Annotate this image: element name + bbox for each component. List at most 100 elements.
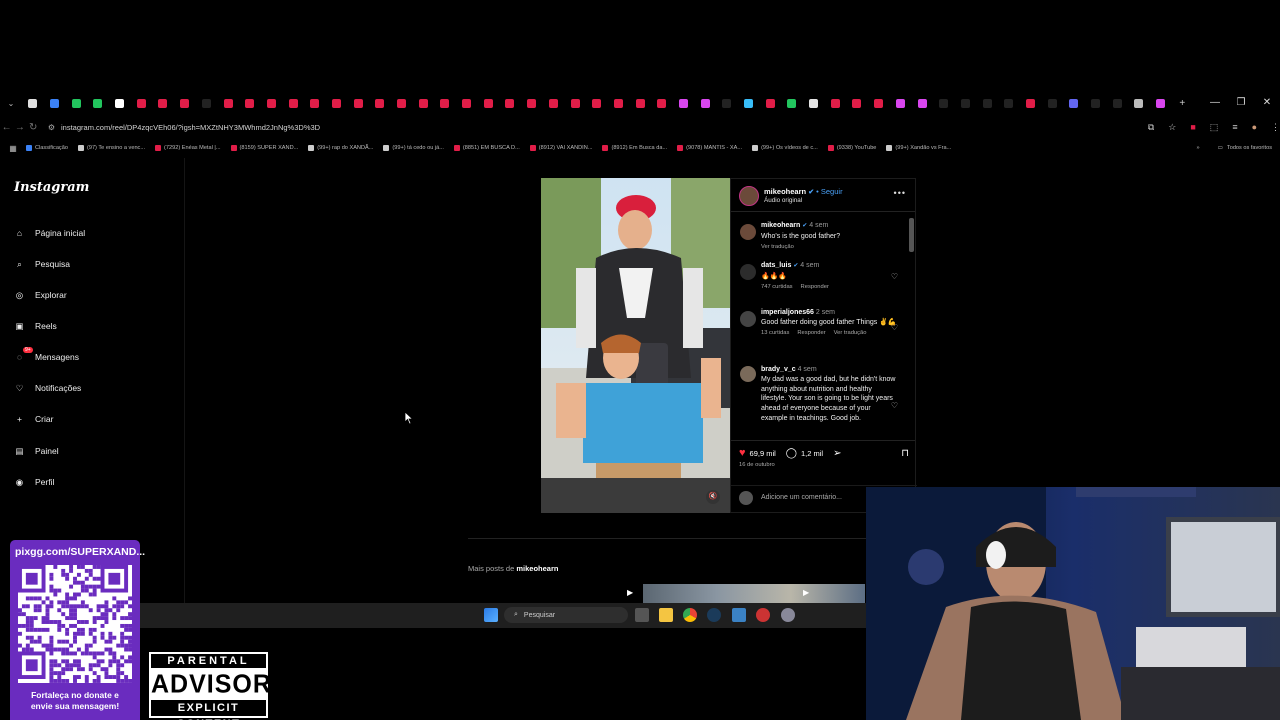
profile-avatar-icon[interactable]: ● [1252,122,1257,133]
extensions-puzzle-icon[interactable]: ⬚ [1210,122,1219,133]
browser-tab[interactable] [824,93,846,113]
browser-tab[interactable] [477,93,499,113]
browser-tab[interactable] [564,93,586,113]
browser-tab[interactable] [651,93,673,113]
comment-username[interactable]: brady_v_c [761,366,796,373]
sidebar-item-pesquisa[interactable]: ⌕ Pesquisa [13,256,183,272]
browser-tab[interactable] [22,93,44,113]
comment-icon[interactable]: ◯ [786,448,797,459]
like-icon[interactable]: ♥ [739,447,746,459]
browser-tab[interactable] [1085,93,1107,113]
apps-grid-icon[interactable]: ▦ [0,144,26,153]
audio-label[interactable]: Áudio original [764,197,802,204]
browser-tab[interactable] [261,93,283,113]
comment-likes[interactable]: 13 curtidas [761,330,789,336]
author-username[interactable]: mikeohearn [764,187,806,196]
comment-avatar[interactable] [740,311,756,327]
forward-icon[interactable]: → [13,122,26,133]
task-view-icon[interactable] [635,608,649,622]
browser-tab[interactable] [543,93,565,113]
browser-tab[interactable] [976,93,998,113]
close-window-icon[interactable]: ✕ [1254,93,1280,113]
browser-tab[interactable] [456,93,478,113]
chevron-right-icon[interactable]: » [1196,145,1199,151]
browser-tab[interactable] [521,93,543,113]
browser-tab[interactable] [1128,93,1150,113]
caption-avatar[interactable] [740,224,756,240]
install-app-icon[interactable]: ⧉ [1148,122,1154,133]
browser-tab[interactable] [326,93,348,113]
browser-tab[interactable] [196,93,218,113]
save-icon[interactable]: ⊓ [901,448,909,459]
browser-tab[interactable] [629,93,651,113]
browser-tab[interactable] [1020,93,1042,113]
all-bookmarks[interactable]: » ▭ Todos os favoritos [1190,141,1272,155]
caption-username[interactable]: mikeohearn [761,222,800,229]
comments-scrollbar[interactable] [909,215,914,437]
reply-link[interactable]: Responder [801,284,829,290]
browser-tab[interactable] [781,93,803,113]
browser-tab[interactable] [282,93,304,113]
sidebar-item-página-inicial[interactable]: ⌂ Página inicial [13,225,183,241]
browser-tab[interactable] [1063,93,1085,113]
bookmark-item[interactable]: (7292) Enéas Metal |... [155,145,221,151]
browser-tab[interactable] [868,93,890,113]
like-comment-icon[interactable]: ♡ [891,272,898,281]
steam-icon[interactable] [707,608,721,622]
see-translation-link[interactable]: Ver tradução [834,330,867,336]
app-icon[interactable] [756,608,770,622]
instagram-logo[interactable]: Instagram [14,180,89,195]
app-icon[interactable] [732,608,746,622]
browser-tab[interactable] [1041,93,1063,113]
browser-tab[interactable] [955,93,977,113]
browser-tab[interactable] [152,93,174,113]
bookmark-item[interactable]: (9338) YouTube [827,145,876,151]
browser-tab[interactable] [694,93,716,113]
browser-tab[interactable] [933,93,955,113]
browser-tab[interactable] [434,93,456,113]
browser-tab[interactable] [130,93,152,113]
sidebar-item-criar[interactable]: + Criar [13,411,183,427]
menu-icon[interactable]: ⋮ [1271,122,1280,133]
bookmark-item[interactable]: (99+) Xandão vs Fra... [886,145,951,151]
browser-tab[interactable] [890,93,912,113]
taskbar-search[interactable]: ⌕ Pesquisar [504,607,628,623]
windows-start-icon[interactable] [484,608,498,622]
browser-tab[interactable] [846,93,868,113]
follow-button[interactable]: • Seguir [816,187,842,196]
browser-tab[interactable] [44,93,66,113]
tab-search-icon[interactable]: ≡ [1232,122,1237,133]
like-comment-icon[interactable]: ♡ [891,401,898,410]
extension-icon[interactable]: ■ [1190,122,1195,133]
tab-search-button[interactable]: ⌄ [0,93,22,113]
likes-count[interactable]: 69,9 mil [750,449,776,458]
browser-tab[interactable] [412,93,434,113]
like-comment-icon[interactable]: ♡ [891,323,898,332]
browser-tab[interactable] [87,93,109,113]
reel-video[interactable]: 🔇 [541,178,730,513]
chrome-icon[interactable] [683,608,697,622]
bookmark-item[interactable]: Classificação [26,145,68,151]
browser-tab[interactable] [217,93,239,113]
back-icon[interactable]: ← [0,122,13,133]
sidebar-item-mensagens[interactable]: ◌ 9+ Mensagens [13,346,183,365]
browser-tab[interactable] [369,93,391,113]
new-tab-icon[interactable]: + [1171,93,1193,113]
bookmark-item[interactable]: (99+) tá cedo ou já... [383,145,444,151]
browser-tab[interactable] [65,93,87,113]
browser-tab[interactable] [174,93,196,113]
bookmark-item[interactable]: (8851) EM BUSCA D... [453,145,520,151]
url-field[interactable]: ⚙ instagram.com/reel/DP4zqcVEh06/?igsh=M… [48,118,1128,136]
sidebar-item-notificações[interactable]: ♡ Notificações [13,380,183,396]
browser-tab[interactable] [911,93,933,113]
browser-tab[interactable] [109,93,131,113]
share-icon[interactable]: ➢ [833,448,841,459]
browser-tab[interactable] [304,93,326,113]
more-options-icon[interactable]: ••• [894,188,906,198]
browser-tab[interactable] [239,93,261,113]
sidebar-item-explorar[interactable]: ◎ Explorar [13,287,183,303]
scrollbar-thumb[interactable] [909,218,914,252]
settings-icon[interactable] [781,608,795,622]
browser-tab[interactable] [1150,93,1172,113]
comment-likes[interactable]: 747 curtidas [761,284,793,290]
